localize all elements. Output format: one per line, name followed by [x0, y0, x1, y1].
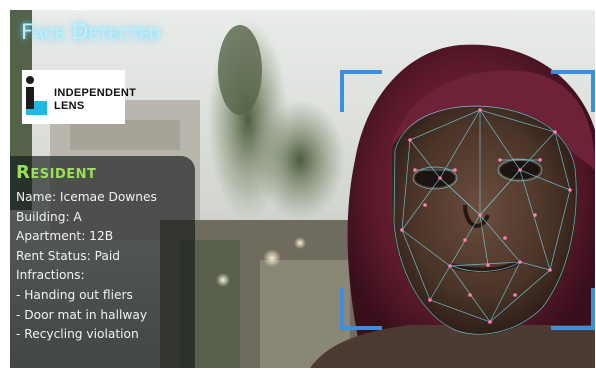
bracket-bottom-left: [340, 288, 382, 330]
resident-rent-status: Rent Status: Paid: [16, 248, 121, 263]
logo-wordmark: INDEPENDENT LENS: [54, 87, 136, 113]
face-detected-label: Face Detected: [21, 20, 162, 44]
independent-lens-logo-icon: [26, 76, 47, 115]
resident-apartment: Apartment: 12B: [16, 229, 114, 244]
resident-name: Name: Icemae Downes: [16, 190, 157, 204]
video-frame: Face Detected INDEPENDENT LENS Resident …: [10, 10, 595, 368]
bracket-top-right: [551, 70, 595, 112]
infraction-item: - Handing out fliers: [16, 287, 133, 302]
logo-line-1: INDEPENDENT: [54, 87, 137, 99]
detection-brackets: [340, 70, 595, 330]
bracket-top-left: [340, 70, 382, 112]
resident-details: Name: Icemae Downes Building: A Apartmen…: [16, 188, 157, 345]
independent-lens-logo: INDEPENDENT LENS: [22, 70, 136, 124]
resident-title: Resident: [16, 162, 97, 183]
bracket-bottom-right: [551, 288, 595, 330]
infraction-item: - Recycling violation: [16, 327, 139, 342]
face-mesh: [393, 105, 577, 335]
infractions-label: Infractions:: [16, 268, 85, 283]
resident-info-panel: Resident Name: Icemae Downes Building: A…: [10, 156, 195, 368]
infraction-item: - Door mat in hallway: [16, 307, 148, 322]
logo-line-2: LENS: [54, 100, 85, 112]
resident-building: Building: A: [16, 209, 82, 224]
face-mesh-points: [400, 108, 572, 324]
